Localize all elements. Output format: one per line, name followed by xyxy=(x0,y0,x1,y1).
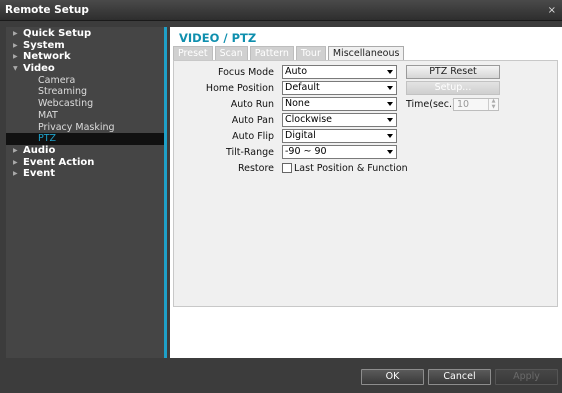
triangle-down-icon: ▼ xyxy=(13,65,18,73)
miscellaneous-panel: Focus Mode Auto PTZ Reset Home Position … xyxy=(173,60,558,307)
sidebar-nav: ▶ Quick Setup ▶ System ▶ Network ▼ Video Camera S… xyxy=(6,27,167,358)
focus-mode-label: Focus Mode xyxy=(217,67,274,78)
sidebar-item-video[interactable]: ▼ Video xyxy=(6,63,164,75)
sidebar-item-audio[interactable]: ▶ Audio xyxy=(6,145,164,157)
chevron-down-icon xyxy=(387,70,393,74)
chevron-down-icon xyxy=(387,150,393,154)
triangle-right-icon: ▶ xyxy=(13,41,18,49)
focus-mode-row: Focus Mode Auto PTZ Reset xyxy=(174,65,557,80)
chevron-down-icon xyxy=(387,86,393,90)
tab-tour[interactable]: Tour xyxy=(295,46,326,60)
auto-run-row: Auto Run None Time(sec.) 10 ▲ ▼ xyxy=(174,97,557,112)
tab-preset[interactable]: Preset xyxy=(173,46,213,60)
chevron-down-icon xyxy=(387,118,393,122)
tab-bar: Preset Scan Pattern Tour Miscellaneous xyxy=(173,46,406,61)
triangle-right-icon: ▶ xyxy=(13,158,18,166)
sidebar-item-label: System xyxy=(23,39,65,51)
tab-scan[interactable]: Scan xyxy=(214,46,248,60)
focus-mode-select[interactable]: Auto xyxy=(282,65,397,79)
tab-pattern[interactable]: Pattern xyxy=(249,46,294,60)
triangle-right-icon: ▶ xyxy=(13,170,18,178)
tilt-range-select[interactable]: -90 ~ 90 xyxy=(282,145,397,159)
sidebar-subitem-streaming[interactable]: Streaming xyxy=(6,86,164,98)
sidebar-item-event[interactable]: ▶ Event xyxy=(6,168,164,180)
sidebar-item-system[interactable]: ▶ System xyxy=(6,40,164,52)
sidebar-subitem-ptz[interactable]: PTZ xyxy=(6,133,164,145)
tilt-range-label: Tilt-Range xyxy=(225,147,274,158)
tilt-range-row: Tilt-Range -90 ~ 90 xyxy=(174,145,557,160)
auto-flip-select[interactable]: Digital xyxy=(282,129,397,143)
home-position-row: Home Position Default Setup... xyxy=(174,81,557,96)
sidebar-item-event-action[interactable]: ▶ Event Action xyxy=(6,157,164,169)
triangle-right-icon: ▶ xyxy=(13,146,18,154)
auto-pan-row: Auto Pan Clockwise xyxy=(174,113,557,128)
chevron-down-icon xyxy=(387,102,393,106)
time-label: Time(sec.) xyxy=(406,99,456,110)
sidebar-subitem-privacy-masking[interactable]: Privacy Masking xyxy=(6,122,164,134)
restore-checkbox-label[interactable]: Last Position & Function xyxy=(294,161,408,176)
sidebar-item-label: Event Action xyxy=(23,156,95,168)
spin-down-icon[interactable]: ▼ xyxy=(489,104,498,111)
home-position-label: Home Position xyxy=(205,83,274,94)
page-title: VIDEO / PTZ xyxy=(179,31,257,45)
restore-label: Restore xyxy=(237,163,274,174)
content-area: VIDEO / PTZ Preset Scan Pattern Tour Miscell… xyxy=(170,27,562,358)
ptz-reset-button[interactable]: PTZ Reset xyxy=(406,65,500,79)
ok-button[interactable]: OK xyxy=(361,369,424,385)
auto-run-select[interactable]: None xyxy=(282,97,397,111)
sidebar-item-label: Quick Setup xyxy=(23,28,92,39)
auto-run-label: Auto Run xyxy=(230,99,274,110)
setup-button[interactable]: Setup... xyxy=(406,81,500,95)
chevron-down-icon xyxy=(387,134,393,138)
auto-pan-label: Auto Pan xyxy=(231,115,274,126)
sidebar-item-label: Network xyxy=(23,51,71,63)
time-spinbox[interactable]: 10 ▲ ▼ xyxy=(453,98,499,111)
sidebar-subitem-camera[interactable]: Camera xyxy=(6,75,164,87)
sidebar-item-label: Event xyxy=(23,168,56,180)
restore-checkbox[interactable] xyxy=(282,163,292,173)
sidebar-item-label: Video xyxy=(23,63,55,75)
restore-row: Restore Last Position & Function xyxy=(174,161,557,176)
home-position-select[interactable]: Default xyxy=(282,81,397,95)
cancel-button[interactable]: Cancel xyxy=(428,369,491,385)
sidebar-item-label: Audio xyxy=(23,144,56,156)
sidebar-item-quick-setup[interactable]: ▶ Quick Setup xyxy=(6,28,164,40)
auto-flip-label: Auto Flip xyxy=(232,131,274,142)
auto-pan-select[interactable]: Clockwise xyxy=(282,113,397,127)
title-bar: Remote Setup × xyxy=(0,0,562,21)
auto-flip-row: Auto Flip Digital xyxy=(174,129,557,144)
close-icon[interactable]: × xyxy=(548,0,556,21)
tab-miscellaneous[interactable]: Miscellaneous xyxy=(327,46,405,61)
sidebar-subitem-mat[interactable]: MAT xyxy=(6,110,164,122)
triangle-right-icon: ▶ xyxy=(13,53,18,61)
triangle-right-icon: ▶ xyxy=(13,30,18,37)
window-title: Remote Setup xyxy=(5,4,89,16)
apply-button[interactable]: Apply xyxy=(495,369,558,385)
sidebar-item-network[interactable]: ▶ Network xyxy=(6,51,164,63)
sidebar-subitem-webcasting[interactable]: Webcasting xyxy=(6,98,164,110)
